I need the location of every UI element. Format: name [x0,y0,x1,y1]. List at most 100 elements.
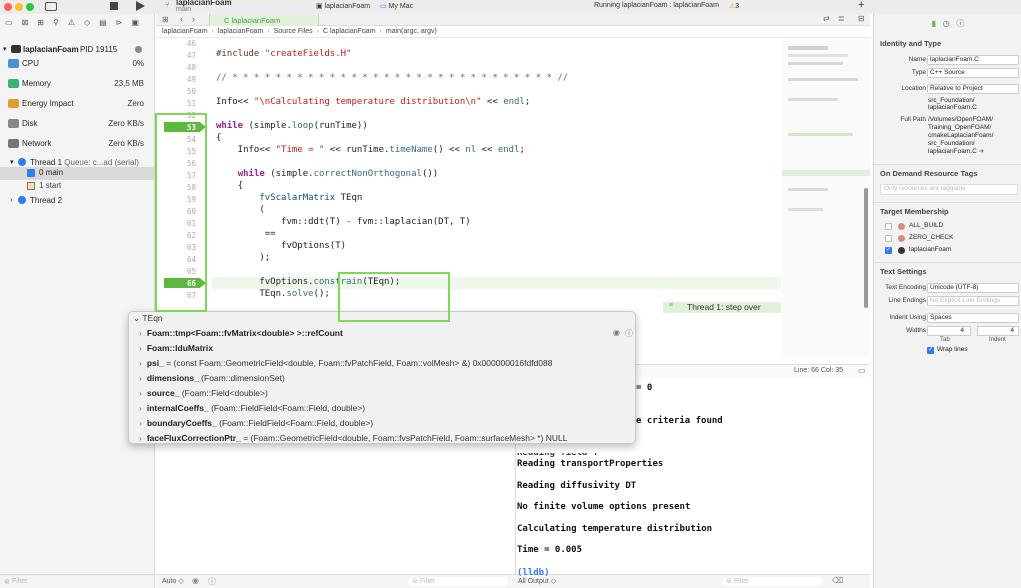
back-icon[interactable]: ‹ [180,14,183,24]
location-select[interactable]: Relative to Project [927,84,1019,94]
code-line[interactable]: ( [216,205,264,215]
code-line[interactable]: Info<< "Time = " << runTime.timeName() <… [216,145,525,155]
gauge-row-cpu[interactable]: CPU 0% [0,54,154,72]
history-icon[interactable]: ◷ [943,19,950,28]
line-number[interactable]: 49 [156,75,196,84]
test-icon[interactable]: ◇ [84,18,90,32]
variable-popover[interactable]: ⌄ TEqn ◉ ⓘ › Foam::tmp<Foam::fvMatrix<dou… [128,311,636,444]
code-line[interactable]: fvOptions(T) [216,241,346,251]
name-field[interactable]: laplacianFoam.C [927,55,1019,65]
info-icon[interactable]: ⓘ [208,576,216,587]
breadcrumb-item[interactable]: laplacianFoam [162,28,208,35]
variable-row[interactable]: › source_ (Foam::Field<double>) [139,388,268,398]
code-line[interactable]: #include "createFields.H" [216,49,351,59]
code-line[interactable]: Info<< "\nCalculating temperature distri… [216,97,530,107]
variable-row[interactable]: › dimensions_ (Foam::dimensionSet) [139,373,285,383]
chevron-right-icon[interactable]: › [139,373,142,383]
target-checkbox[interactable] [885,223,892,230]
variable-row[interactable]: › internalCoeffs_ (Foam::FieldField<Foam:… [139,403,365,413]
symbol-icon[interactable]: ⊞ [37,18,44,32]
chevron-right-icon[interactable]: › [139,433,142,443]
trash-icon[interactable]: ⌫ [832,576,843,585]
chevron-right-icon[interactable]: › [139,403,142,413]
split-icon[interactable]: ⊟ [858,14,865,23]
code-line[interactable]: while (simple.loop(runTime)) [216,121,368,131]
code-line[interactable]: == [216,229,276,239]
breadcrumb-item[interactable]: laplacianFoam [218,28,264,35]
thread-2-row[interactable]: › Thread 2 [0,191,154,209]
editor-scrollbar[interactable] [864,188,868,308]
refresh-icon[interactable]: ⇄ [823,14,830,23]
console-filter-field[interactable]: ⊜ Filter [722,577,822,586]
minimap[interactable] [782,38,870,358]
sidebar-toggle-icon[interactable] [45,2,57,11]
chevron-right-icon[interactable]: › [139,418,142,428]
target-checkbox[interactable] [885,235,892,242]
eye-icon[interactable]: ◉ [192,576,199,585]
line-number[interactable]: 48 [156,63,196,72]
console-toggle-icon[interactable]: ▭ [858,366,866,375]
type-select[interactable]: C++ Source [927,68,1019,78]
code-line[interactable]: fvm::ddt(T) - fvm::laplacian(DT, T) [216,217,471,227]
close-window-button[interactable] [4,3,12,11]
chevron-right-icon[interactable]: › [139,343,142,353]
tab-width-field[interactable]: 4 [927,326,971,336]
code-line[interactable]: ); [216,253,270,263]
grid-icon[interactable]: ⊞ [162,15,169,24]
minimize-window-button[interactable] [15,3,23,11]
code-line[interactable]: { [216,133,221,143]
gauge-row-memory[interactable]: Memory 23,5 MB [0,74,154,92]
line-number[interactable]: 46 [156,39,196,48]
variables-filter-field[interactable]: ⊜ Filter [408,577,508,586]
forward-icon[interactable]: › [192,14,195,24]
disclosure-icon[interactable]: › [10,197,12,204]
gauge-row-disk[interactable]: Disk Zero KB/s [0,114,154,132]
debug-icon[interactable]: ▤ [99,18,107,32]
variable-row[interactable]: › Foam::tmp<Foam::fvMatrix<double> >::ref… [139,328,343,338]
info-icon[interactable]: ⓘ [625,328,633,339]
code-line[interactable]: TEqn.solve(); [216,289,329,299]
navigator-filter-field[interactable]: Filter [12,578,28,585]
breadcrumb-item[interactable]: Source Files [274,28,313,35]
find-icon[interactable]: ⚲ [53,18,59,32]
code-line[interactable]: while (simple.correctNonOrthogonal()) [216,169,439,179]
target-checkbox[interactable]: ✓ [885,247,892,254]
popover-header[interactable]: ⌄ TEqn [133,313,163,324]
disclosure-icon[interactable]: ▾ [3,45,7,53]
line-number[interactable]: 47 [156,51,196,60]
gauge-row-energy-impact[interactable]: Energy Impact Zero [0,94,154,112]
selected-frame-row[interactable]: 0 main [0,167,154,180]
reveal-arrow-icon[interactable]: ➔ [979,148,984,155]
issue-icon[interactable]: ⚠ [68,18,75,32]
source-control-icon[interactable]: ⊠ [22,18,29,32]
help-icon[interactable]: ⓘ [956,19,964,28]
destination-selector[interactable]: ▭ My Mac [380,2,413,10]
wrap-lines-checkbox[interactable]: ✓ [927,347,934,354]
line-number[interactable]: 50 [156,87,196,96]
variable-row[interactable]: › faceFluxCorrectionPtr_ = (Foam::Geometr… [139,433,568,443]
output-select[interactable]: All Output ◇ [518,577,556,585]
editor-options-icon[interactable]: ≣ [838,14,845,23]
disclosure-icon[interactable]: ⌄ [133,313,140,323]
eye-icon[interactable]: ◉ [613,328,620,337]
tab-laplacianFoam[interactable]: C laplacianFoam [209,14,319,26]
zoom-window-button[interactable] [26,3,34,11]
variables-scope-select[interactable]: Auto ◇ [162,577,184,585]
variable-row[interactable]: › Foam::lduMatrix [139,343,213,353]
code-line[interactable]: fvScalarMatrix TEqn [216,193,362,203]
stop-icon[interactable] [110,2,118,10]
breadcrumb-item[interactable]: C laplacianFoam [323,28,376,35]
disclosure-icon[interactable]: ▾ [10,158,14,166]
target-selector[interactable]: ▣ laplacianFoam [316,2,370,10]
chevron-right-icon[interactable]: › [139,358,142,368]
indent-select[interactable]: Spaces [927,313,1019,323]
gauge-row-network[interactable]: Network Zero KB/s [0,134,154,152]
line-endings-select[interactable]: No Explicit Line Endings [927,296,1019,306]
lldb-prompt[interactable]: (lldb) [517,568,550,578]
chevron-right-icon[interactable]: › [139,328,142,338]
variable-row[interactable]: › boundaryCoeffs_ (Foam::FieldField<Foam:… [139,418,373,428]
report-icon[interactable]: ▣ [131,18,139,32]
variable-row[interactable]: › psi_ = (const Foam::GeometricField<doub… [139,358,552,368]
line-number[interactable]: 51 [156,99,196,108]
chevron-right-icon[interactable]: › [139,388,142,398]
